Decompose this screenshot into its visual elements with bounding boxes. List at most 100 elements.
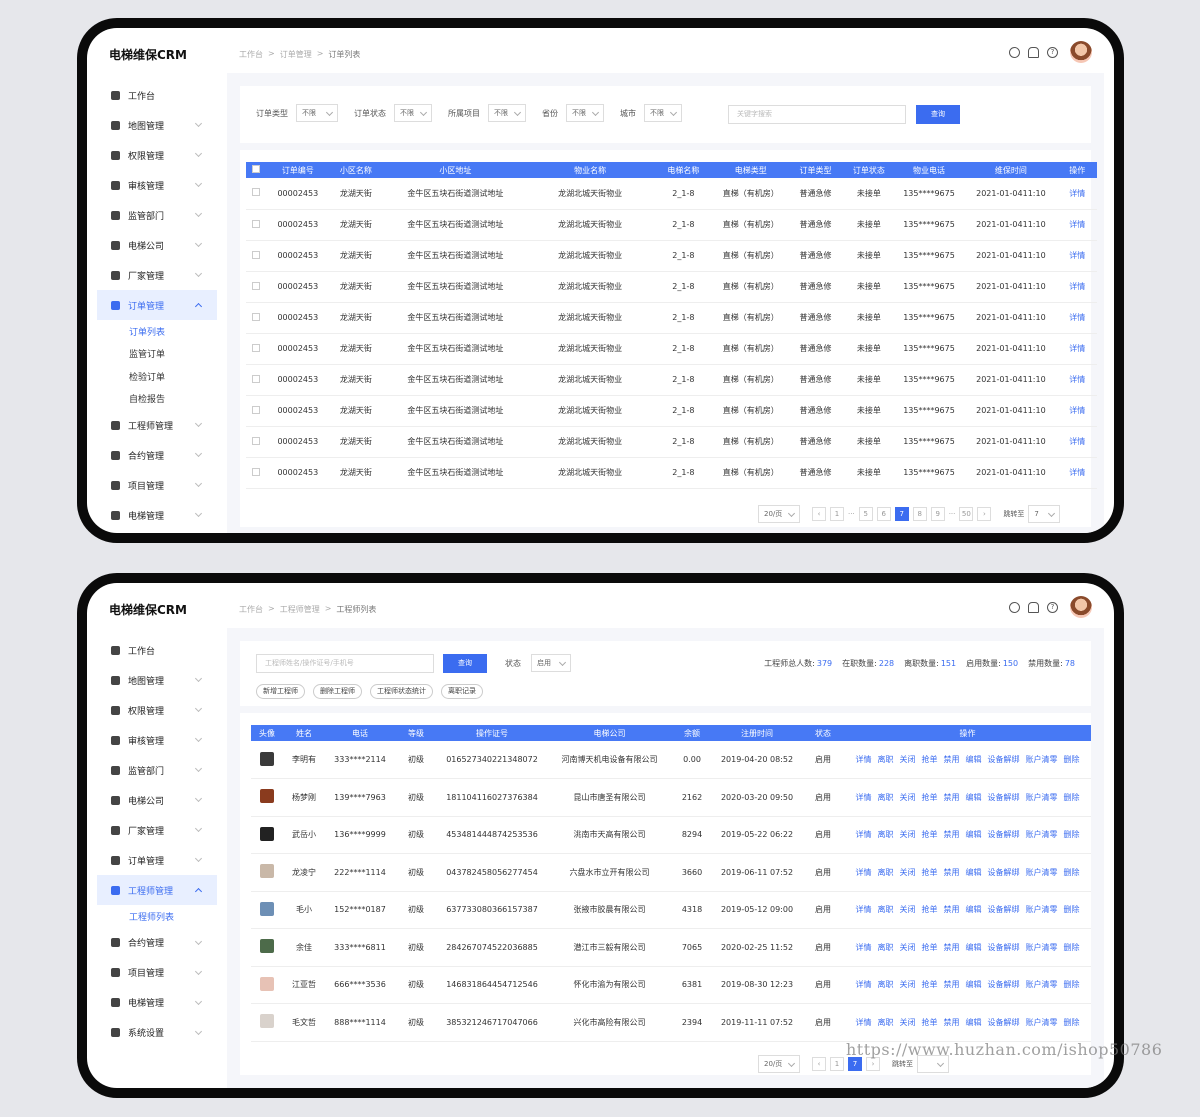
page-button[interactable]: 7 [848, 1057, 862, 1071]
sidebar-item[interactable]: 合约管理 [97, 928, 217, 958]
sidebar-item[interactable]: 合约管理 [97, 440, 217, 470]
row-action-link[interactable]: 离职 [878, 793, 894, 802]
sidebar-subitem[interactable]: 监管订单 [97, 343, 217, 366]
row-action-link[interactable]: 抢单 [922, 830, 938, 839]
row-action-link[interactable]: 关闭 [900, 868, 916, 877]
sidebar-item[interactable]: 权限管理 [97, 695, 217, 725]
page-button[interactable]: 50 [959, 507, 974, 521]
row-checkbox[interactable] [252, 467, 261, 476]
row-action-link[interactable]: 离职 [878, 905, 894, 914]
row-action-link[interactable]: 离职 [878, 830, 894, 839]
sidebar-item[interactable]: 电梯管理 [97, 988, 217, 1018]
page-size-select[interactable]: 20/页 [758, 1055, 800, 1073]
row-checkbox[interactable] [252, 281, 261, 290]
sidebar-item[interactable]: 工作台 [97, 635, 217, 665]
breadcrumb-item[interactable]: 工程师管理 [280, 604, 320, 615]
row-action-link[interactable]: 账户清零 [1026, 830, 1058, 839]
action-button[interactable]: 删除工程师 [313, 684, 362, 699]
row-action-link[interactable]: 抢单 [922, 793, 938, 802]
sidebar-subitem[interactable]: 订单列表 [97, 320, 217, 343]
sidebar-item[interactable]: 系统设置 [97, 1018, 217, 1048]
row-action-link[interactable]: 设备解绑 [988, 793, 1020, 802]
page-button[interactable]: 6 [876, 507, 891, 521]
row-action-link[interactable]: 账户清零 [1026, 793, 1058, 802]
sidebar-item[interactable]: 权限管理 [97, 140, 217, 170]
row-action-link[interactable]: 详情 [856, 905, 872, 914]
filter-select[interactable]: 不限 [566, 104, 604, 122]
row-action-link[interactable]: 关闭 [900, 943, 916, 952]
row-checkbox[interactable] [252, 436, 261, 445]
action-button[interactable]: 离职记录 [441, 684, 483, 699]
sidebar-item[interactable]: 项目管理 [97, 958, 217, 988]
row-action-link[interactable]: 抢单 [922, 905, 938, 914]
row-action-link[interactable]: 离职 [878, 943, 894, 952]
row-action-link[interactable]: 账户清零 [1026, 868, 1058, 877]
row-checkbox[interactable] [252, 343, 261, 352]
row-action-link[interactable]: 离职 [878, 980, 894, 989]
sidebar-item[interactable]: 监管部门 [97, 200, 217, 230]
filter-select[interactable]: 不限 [488, 104, 526, 122]
sidebar-item[interactable]: 电梯公司 [97, 230, 217, 260]
row-action-link[interactable]: 设备解绑 [988, 905, 1020, 914]
row-action-link[interactable]: 离职 [878, 868, 894, 877]
row-action-link[interactable]: 编辑 [966, 830, 982, 839]
row-action-link[interactable]: 账户清零 [1026, 905, 1058, 914]
row-action-link[interactable]: 编辑 [966, 868, 982, 877]
row-action-link[interactable]: 设备解绑 [988, 943, 1020, 952]
row-action-link[interactable]: 禁用 [944, 793, 960, 802]
prev-page-button[interactable]: ‹ [812, 1057, 826, 1071]
row-action-link[interactable]: 关闭 [900, 1018, 916, 1027]
row-action-link[interactable]: 详情 [856, 980, 872, 989]
help-icon[interactable]: ? [1047, 46, 1058, 58]
row-checkbox[interactable] [252, 374, 261, 383]
row-action-link[interactable]: 编辑 [966, 943, 982, 952]
search-button[interactable]: 查询 [916, 105, 960, 124]
row-action-link[interactable]: 删除 [1064, 755, 1080, 764]
sidebar-item[interactable]: 地图管理 [97, 110, 217, 140]
row-action-link[interactable]: 禁用 [944, 830, 960, 839]
sidebar-item[interactable]: 订单管理 [97, 845, 217, 875]
row-action-link[interactable]: 删除 [1064, 793, 1080, 802]
search-icon[interactable] [1009, 601, 1020, 613]
row-action-link[interactable]: 账户清零 [1026, 943, 1058, 952]
prev-page-button[interactable]: ‹ [812, 507, 826, 521]
row-action-link[interactable]: 详情 [856, 793, 872, 802]
row-action-link[interactable]: 禁用 [944, 980, 960, 989]
row-action-link[interactable]: 删除 [1064, 905, 1080, 914]
row-action-link[interactable]: 关闭 [900, 980, 916, 989]
row-action-link[interactable]: 删除 [1064, 980, 1080, 989]
row-action-link[interactable]: 离职 [878, 1018, 894, 1027]
row-action-link[interactable]: 编辑 [966, 755, 982, 764]
row-checkbox[interactable] [252, 250, 261, 259]
status-select[interactable]: 启用 [531, 654, 571, 672]
breadcrumb-item[interactable]: 工作台 [239, 49, 263, 60]
bell-icon[interactable] [1028, 601, 1039, 613]
page-button[interactable]: 7 [894, 507, 909, 521]
row-checkbox[interactable] [252, 219, 261, 228]
row-action-link[interactable]: 设备解绑 [988, 980, 1020, 989]
detail-link[interactable]: 详情 [1057, 302, 1097, 334]
detail-link[interactable]: 详情 [1057, 209, 1097, 241]
row-action-link[interactable]: 关闭 [900, 755, 916, 764]
row-action-link[interactable]: 设备解绑 [988, 868, 1020, 877]
filter-select[interactable]: 不限 [296, 104, 338, 122]
sidebar-item[interactable]: 电梯公司 [97, 785, 217, 815]
filter-select[interactable]: 不限 [394, 104, 432, 122]
detail-link[interactable]: 详情 [1057, 426, 1097, 458]
row-action-link[interactable]: 账户清零 [1026, 1018, 1058, 1027]
next-page-button[interactable]: › [866, 1057, 880, 1071]
keyword-search-input[interactable]: 关键字搜索 [728, 105, 906, 124]
sidebar-item[interactable]: 工程师管理 [97, 875, 217, 905]
row-action-link[interactable]: 抢单 [922, 1018, 938, 1027]
page-button[interactable]: 9 [930, 507, 945, 521]
select-all-checkbox[interactable] [252, 165, 261, 173]
sidebar-item[interactable]: 厂家管理 [97, 815, 217, 845]
search-button[interactable]: 查询 [443, 654, 487, 673]
action-button[interactable]: 新增工程师 [256, 684, 305, 699]
sidebar-subitem[interactable]: 工程师列表 [97, 905, 217, 928]
help-icon[interactable]: ? [1047, 601, 1058, 613]
row-action-link[interactable]: 编辑 [966, 1018, 982, 1027]
sidebar-item[interactable]: 厂家管理 [97, 260, 217, 290]
sidebar-item[interactable]: 地图管理 [97, 665, 217, 695]
breadcrumb-item[interactable]: 订单管理 [280, 49, 312, 60]
